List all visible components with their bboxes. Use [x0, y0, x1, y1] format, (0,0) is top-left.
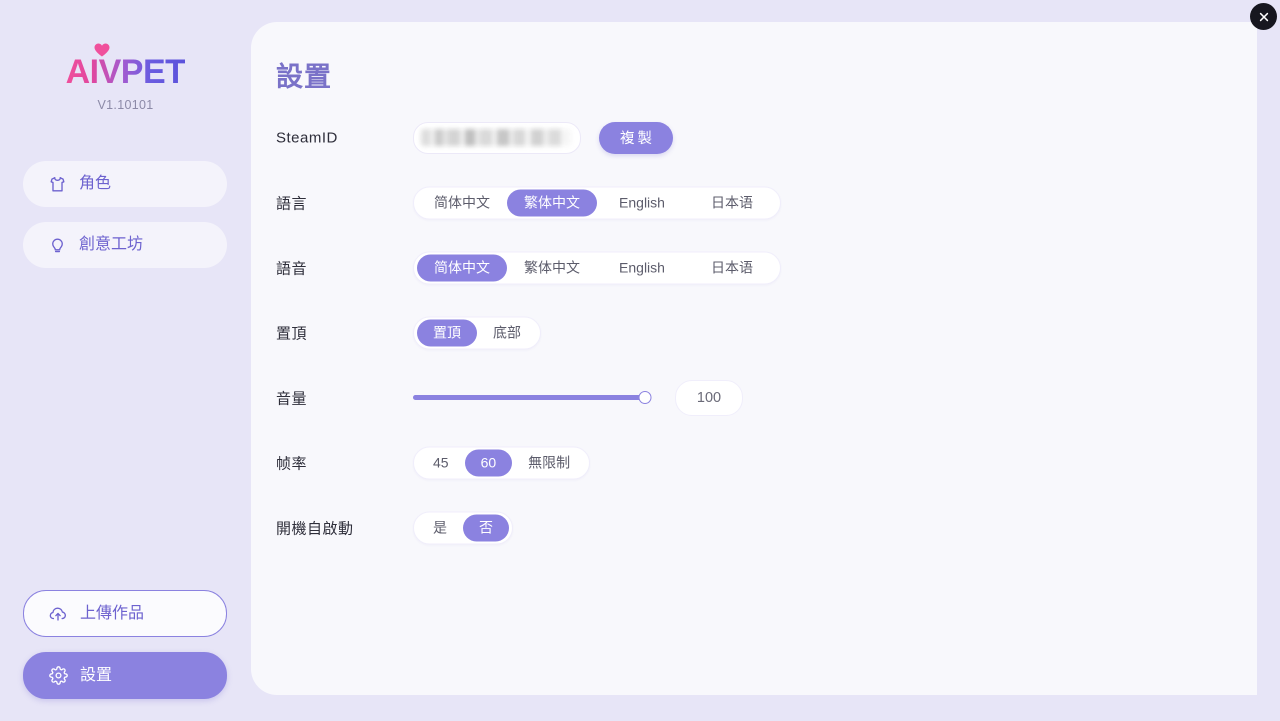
steamid-input[interactable]	[413, 121, 581, 154]
setting-label: 音量	[276, 390, 308, 407]
setting-row-language: 語言 简体中文 繁体中文 English 日本语	[276, 170, 1216, 235]
segment-option[interactable]: 無限制	[512, 449, 586, 476]
sidebar-item-label: 創意工坊	[79, 236, 144, 253]
steamid-redacted-value	[421, 128, 571, 146]
sidebar-item-character[interactable]: 角色	[23, 161, 227, 207]
app-version: V1.10101	[97, 98, 154, 112]
slider-thumb[interactable]	[638, 391, 652, 404]
setting-control: 是 否	[413, 511, 513, 544]
segment-option-selected[interactable]: 置頂	[417, 319, 477, 346]
volume-slider-wrap: 100	[413, 379, 743, 416]
segment-option[interactable]: 简体中文	[417, 189, 507, 216]
setting-label: 開機自啟動	[276, 520, 354, 537]
sidebar-item-workshop[interactable]: 創意工坊	[23, 222, 227, 268]
pin-segmented-control: 置頂 底部	[413, 316, 541, 349]
settings-window: AIVPET V1.10101 角色 創意工坊 上傳作品 設置 設置 Steam…	[0, 0, 1280, 721]
segment-option[interactable]: 日本语	[687, 189, 777, 216]
setting-control: 45 60 無限制	[413, 446, 591, 479]
volume-value-input[interactable]: 100	[675, 379, 743, 416]
setting-row-volume: 音量 100	[276, 365, 1216, 430]
page-title: 設置	[276, 62, 332, 92]
segment-option[interactable]: 繁体中文	[507, 254, 597, 281]
segment-option[interactable]: 45	[417, 449, 465, 476]
gear-icon	[48, 666, 68, 686]
segment-option[interactable]: 日本语	[687, 254, 777, 281]
voice-segmented-control: 简体中文 繁体中文 English 日本语	[413, 251, 781, 284]
setting-row-autostart: 開機自啟動 是 否	[276, 495, 1216, 560]
sidebar-nav-top: 角色 創意工坊	[23, 161, 227, 283]
setting-label: SteamID	[276, 129, 338, 146]
sidebar-item-settings[interactable]: 設置	[23, 652, 227, 699]
lightbulb-icon	[47, 235, 67, 255]
volume-value: 100	[696, 389, 722, 406]
sidebar-nav-bottom: 上傳作品 設置	[23, 590, 227, 699]
setting-control: 简体中文 繁体中文 English 日本语	[413, 251, 781, 284]
segment-option-selected[interactable]: 否	[463, 514, 509, 541]
setting-row-pin: 置頂 置頂 底部	[276, 300, 1216, 365]
setting-label: 帧率	[276, 455, 308, 472]
setting-control: 100	[413, 379, 743, 416]
sidebar-item-upload[interactable]: 上傳作品	[23, 590, 227, 637]
segment-option-selected[interactable]: 繁体中文	[507, 189, 597, 216]
app-logo-text: AIVPET	[65, 53, 186, 91]
volume-slider[interactable]	[413, 389, 652, 407]
setting-row-framerate: 帧率 45 60 無限制	[276, 430, 1216, 495]
heart-icon	[94, 43, 110, 57]
sidebar-item-label: 設置	[80, 666, 113, 684]
close-icon	[1259, 12, 1268, 21]
copy-button-label: 複製	[620, 131, 655, 147]
segment-option[interactable]: English	[597, 189, 687, 216]
segment-option[interactable]: 底部	[477, 319, 537, 346]
autostart-segmented-control: 是 否	[413, 511, 513, 544]
sidebar: AIVPET V1.10101 角色 創意工坊 上傳作品 設置	[0, 0, 251, 721]
app-logo: AIVPET	[65, 43, 186, 91]
setting-row-steamid: SteamID 複製	[276, 105, 1216, 170]
shirt-icon	[47, 174, 67, 194]
setting-control: 置頂 底部	[413, 316, 541, 349]
segment-option[interactable]: 是	[417, 514, 463, 541]
brand: AIVPET V1.10101	[0, 43, 251, 112]
segment-option-selected[interactable]: 简体中文	[417, 254, 507, 281]
copy-button[interactable]: 複製	[599, 121, 673, 154]
setting-row-voice: 語音 简体中文 繁体中文 English 日本语	[276, 235, 1216, 300]
sidebar-item-label: 角色	[79, 175, 112, 192]
settings-panel: 設置 SteamID 複製 語言 简体中文 繁体中文 English 日本语 語…	[251, 22, 1257, 695]
setting-label: 置頂	[276, 325, 308, 342]
sidebar-item-label: 上傳作品	[80, 604, 145, 622]
language-segmented-control: 简体中文 繁体中文 English 日本语	[413, 186, 781, 219]
segment-option[interactable]: English	[597, 254, 687, 281]
setting-label: 語言	[276, 195, 308, 212]
setting-control: 简体中文 繁体中文 English 日本语	[413, 186, 781, 219]
cloud-upload-icon	[48, 604, 68, 624]
framerate-segmented-control: 45 60 無限制	[413, 446, 591, 479]
slider-fill	[413, 395, 645, 400]
settings-rows: SteamID 複製 語言 简体中文 繁体中文 English 日本语 語音 简…	[276, 105, 1216, 560]
setting-label: 語音	[276, 260, 308, 277]
close-button[interactable]	[1250, 3, 1277, 30]
setting-control: 複製	[413, 121, 673, 154]
segment-option-selected[interactable]: 60	[464, 449, 513, 476]
